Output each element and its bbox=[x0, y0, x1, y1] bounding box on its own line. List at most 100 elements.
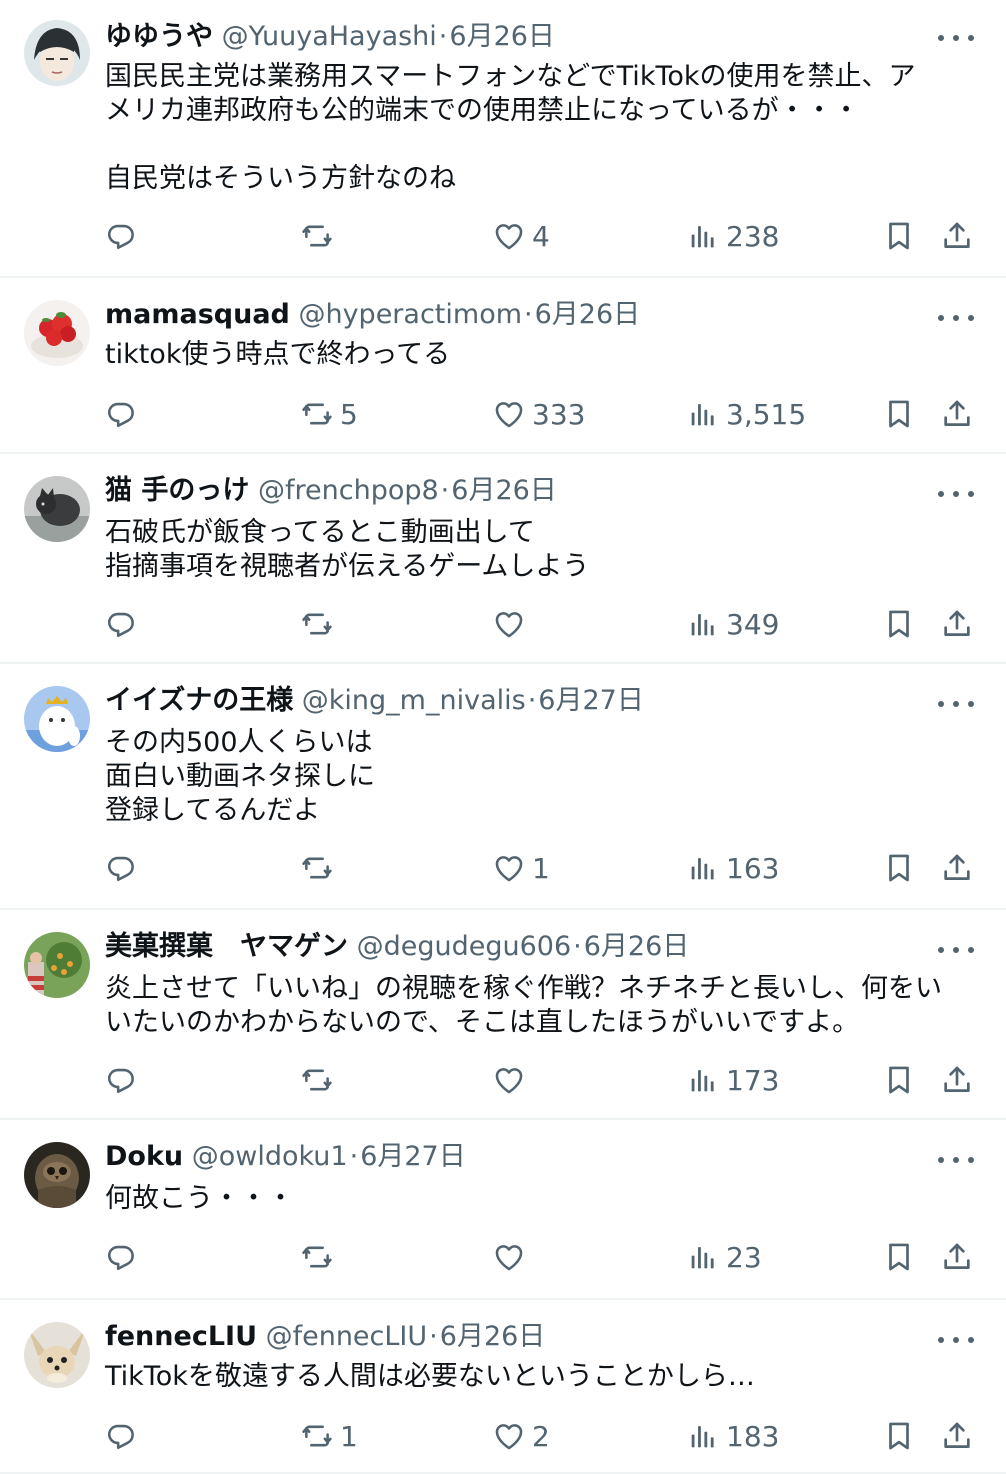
bookmark-button[interactable] bbox=[882, 848, 916, 888]
bookmark-button[interactable] bbox=[882, 1416, 916, 1456]
tweet-date[interactable]: 6月26日 bbox=[535, 299, 641, 330]
heart-icon bbox=[492, 1063, 526, 1097]
bookmark-button[interactable] bbox=[882, 216, 916, 256]
like-button[interactable] bbox=[492, 1237, 532, 1277]
bookmark-icon bbox=[882, 1063, 916, 1097]
retweet-button[interactable]: 5 bbox=[300, 394, 358, 434]
retweet-button[interactable] bbox=[300, 604, 340, 644]
retweet-button[interactable]: 1 bbox=[300, 1416, 358, 1456]
display-name[interactable]: Doku bbox=[105, 1141, 183, 1172]
reply-tweet[interactable]: fennecLIU @fennecLIU·6月26日 TikTokを敬遠する人間は… bbox=[0, 1300, 1006, 1474]
display-name[interactable]: 猫 手のっけ bbox=[105, 475, 249, 506]
views-chart-icon bbox=[686, 851, 720, 885]
user-handle[interactable]: @owldoku1 bbox=[192, 1141, 348, 1172]
user-handle[interactable]: @frenchpop8 bbox=[258, 475, 439, 506]
avatar[interactable] bbox=[24, 300, 90, 366]
reply-button[interactable] bbox=[104, 1237, 144, 1277]
tweet-date[interactable]: 6月27日 bbox=[360, 1141, 466, 1172]
share-button[interactable] bbox=[940, 1416, 974, 1456]
share-button[interactable] bbox=[940, 604, 974, 644]
like-button[interactable]: 2 bbox=[492, 1416, 550, 1456]
avatar[interactable] bbox=[24, 20, 90, 86]
reply-button[interactable] bbox=[104, 604, 144, 644]
avatar[interactable] bbox=[24, 1142, 90, 1208]
share-button[interactable] bbox=[940, 394, 974, 434]
reply-tweet[interactable]: イイズナの王様 @king_m_nivalis·6月27日 その内500人くらいは… bbox=[0, 664, 1006, 910]
avatar[interactable] bbox=[24, 932, 90, 998]
tweet-date[interactable]: 6月26日 bbox=[451, 475, 557, 506]
like-button[interactable] bbox=[492, 604, 532, 644]
display-name[interactable]: ゆゆうや bbox=[105, 21, 213, 52]
avatar[interactable] bbox=[24, 686, 90, 752]
reply-tweet[interactable]: mamasquad @hyperactimom·6月26日 tiktok使う時点で… bbox=[0, 278, 1006, 454]
avatar[interactable] bbox=[24, 1322, 90, 1388]
more-options-button[interactable] bbox=[938, 694, 974, 714]
reply-button[interactable] bbox=[104, 848, 144, 888]
like-count: 1 bbox=[532, 851, 550, 885]
tweet-date[interactable]: 6月26日 bbox=[440, 1321, 546, 1352]
heart-icon bbox=[492, 851, 526, 885]
views-button[interactable]: 3,515 bbox=[686, 394, 806, 434]
tweet-date[interactable]: 6月27日 bbox=[538, 685, 644, 716]
views-chart-icon bbox=[686, 397, 720, 431]
bookmark-icon bbox=[882, 397, 916, 431]
reply-tweet[interactable]: Doku @owldoku1·6月27日 何故こう・・・ 23 bbox=[0, 1120, 1006, 1300]
more-options-button[interactable] bbox=[938, 1150, 974, 1170]
share-button[interactable] bbox=[940, 1060, 974, 1100]
view-count: 173 bbox=[726, 1063, 780, 1097]
bookmark-icon bbox=[882, 1419, 916, 1453]
views-button[interactable]: 163 bbox=[686, 848, 779, 888]
share-button[interactable] bbox=[940, 848, 974, 888]
like-button[interactable]: 333 bbox=[492, 394, 585, 434]
reply-tweet[interactable]: ゆゆうや @YuuyaHayashi·6月26日 国民民主党は業務用スマートフォン… bbox=[0, 0, 1006, 278]
user-handle[interactable]: @YuuyaHayashi bbox=[222, 21, 437, 52]
share-button[interactable] bbox=[940, 1237, 974, 1277]
like-button[interactable]: 1 bbox=[492, 848, 550, 888]
views-button[interactable]: 173 bbox=[686, 1060, 779, 1100]
reply-tweet[interactable]: 猫 手のっけ @frenchpop8·6月26日 石破氏が飯食ってるとこ動画出して… bbox=[0, 454, 1006, 664]
more-options-button[interactable] bbox=[938, 28, 974, 48]
views-chart-icon bbox=[686, 607, 720, 641]
retweet-button[interactable] bbox=[300, 1060, 340, 1100]
retweet-button[interactable] bbox=[300, 848, 340, 888]
more-options-button[interactable] bbox=[938, 940, 974, 960]
user-handle[interactable]: @king_m_nivalis bbox=[302, 685, 526, 716]
views-button[interactable]: 349 bbox=[686, 604, 779, 644]
like-button[interactable]: 4 bbox=[492, 216, 550, 256]
bookmark-button[interactable] bbox=[882, 1060, 916, 1100]
display-name[interactable]: mamasquad bbox=[105, 299, 290, 330]
display-name[interactable]: fennecLIU bbox=[105, 1321, 257, 1352]
bookmark-button[interactable] bbox=[882, 1237, 916, 1277]
retweet-button[interactable] bbox=[300, 216, 340, 256]
tweet-date[interactable]: 6月26日 bbox=[584, 931, 690, 962]
more-options-button[interactable] bbox=[938, 1330, 974, 1350]
tweet-text: 石破氏が飯食ってるとこ動画出して 指摘事項を視聴者が伝えるゲームしよう bbox=[105, 517, 590, 582]
reply-button[interactable] bbox=[104, 1060, 144, 1100]
display-name[interactable]: 美菓撰菓 ヤマゲン bbox=[105, 931, 348, 962]
more-options-button[interactable] bbox=[938, 308, 974, 328]
tweet-date[interactable]: 6月26日 bbox=[449, 21, 555, 52]
bookmark-button[interactable] bbox=[882, 604, 916, 644]
more-options-button[interactable] bbox=[938, 484, 974, 504]
reply-button[interactable] bbox=[104, 394, 144, 434]
retweet-icon bbox=[300, 1419, 334, 1453]
views-button[interactable]: 23 bbox=[686, 1237, 762, 1277]
views-button[interactable]: 183 bbox=[686, 1416, 779, 1456]
reply-tweet[interactable]: 美菓撰菓 ヤマゲン @degudegu606·6月26日 炎上させて「いいね」の視… bbox=[0, 910, 1006, 1120]
views-chart-icon bbox=[686, 219, 720, 253]
action-bar: 23 bbox=[0, 1237, 1006, 1277]
reply-button[interactable] bbox=[104, 216, 144, 256]
reply-icon bbox=[104, 219, 138, 253]
avatar[interactable] bbox=[24, 476, 90, 542]
user-handle[interactable]: @hyperactimom bbox=[298, 299, 522, 330]
share-button[interactable] bbox=[940, 216, 974, 256]
bookmark-button[interactable] bbox=[882, 394, 916, 434]
user-handle[interactable]: @degudegu606 bbox=[357, 931, 572, 962]
retweet-button[interactable] bbox=[300, 1237, 340, 1277]
like-button[interactable] bbox=[492, 1060, 532, 1100]
separator-dot: · bbox=[527, 685, 537, 716]
user-handle[interactable]: @fennecLIU bbox=[266, 1321, 428, 1352]
reply-button[interactable] bbox=[104, 1416, 144, 1456]
views-button[interactable]: 238 bbox=[686, 216, 779, 256]
display-name[interactable]: イイズナの王様 bbox=[105, 685, 293, 716]
